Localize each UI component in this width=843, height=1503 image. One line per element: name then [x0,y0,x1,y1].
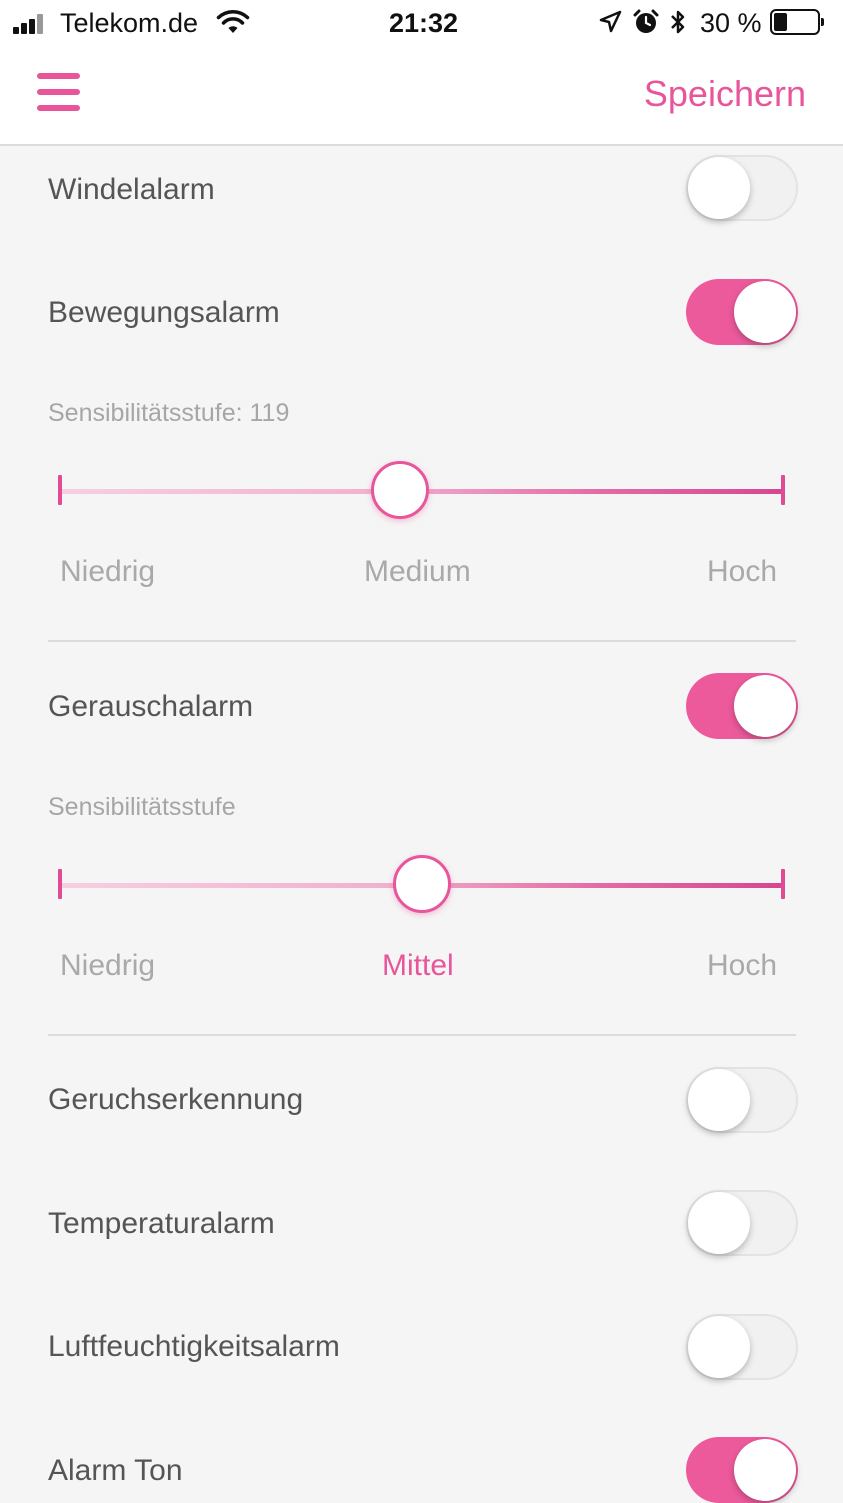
slider-thumb[interactable] [370,461,429,519]
clock-time: 21:32 [389,8,459,38]
section-divider [48,640,796,642]
scale-label-mittel: Mittel [382,949,454,982]
gerauschalarm-sensitivity-label: Sensibilitätsstufe [48,793,236,821]
bluetooth-icon [671,10,685,34]
wifi-icon [216,10,250,33]
temperaturalarm-label: Temperaturalarm [48,1207,275,1240]
slider-min-tick [58,869,62,899]
save-button[interactable]: Speichern [644,72,806,116]
gerauschalarm-toggle[interactable] [686,673,798,739]
slider-min-tick [58,475,62,505]
status-bar: Telekom.de 21:32 30 % [0,0,843,48]
bewegungsalarm-sensitivity-label: Sensibilitätsstufe: 119 [48,399,290,427]
location-icon [599,10,622,33]
slider-thumb[interactable] [392,855,451,913]
luftfeuchtigkeitsalarm-toggle[interactable] [686,1314,798,1380]
scale-label-high: Hoch [707,949,778,982]
toggle-knob [688,1069,750,1131]
bewegungsalarm-toggle[interactable] [686,279,798,345]
scale-label-high: Hoch [707,555,778,588]
luftfeuchtigkeitsalarm-label: Luftfeuchtigkeitsalarm [48,1330,340,1363]
alarm-ton-label: Alarm Ton [48,1454,183,1487]
toggle-knob [688,1192,750,1254]
alarm-ton-toggle[interactable] [686,1437,798,1503]
toggle-knob [688,1316,750,1378]
geruchserkennung-label: Geruchserkennung [48,1083,304,1116]
scale-label-low: Niedrig [60,555,156,588]
temperaturalarm-toggle[interactable] [686,1190,798,1256]
section-divider [48,1034,796,1036]
scale-label-medium: Medium [364,555,471,588]
bewegungsalarm-label: Bewegungsalarm [48,296,280,329]
gerauschalarm-label: Gerauschalarm [48,690,254,723]
toggle-knob [734,1439,796,1501]
bewegungsalarm-sensitivity-slider[interactable] [58,456,785,526]
battery-icon [770,9,824,35]
windelalarm-toggle[interactable] [686,155,798,221]
signal-icon [13,14,53,34]
battery-percentage: 30 % [700,8,762,38]
hamburger-menu-icon[interactable] [37,73,80,111]
slider-max-tick [781,475,785,505]
toggle-knob [734,281,796,343]
windelalarm-label: Windelalarm [48,173,215,206]
navigation-bar: Speichern [0,48,843,146]
slider-max-tick [781,869,785,899]
scale-label-low: Niedrig [60,949,156,982]
gerauschalarm-sensitivity-slider[interactable] [58,850,785,920]
carrier-name: Telekom.de [60,8,199,38]
geruchserkennung-toggle[interactable] [686,1067,798,1133]
toggle-knob [734,675,796,737]
toggle-knob [688,157,750,219]
alarm-clock-icon [633,9,659,33]
